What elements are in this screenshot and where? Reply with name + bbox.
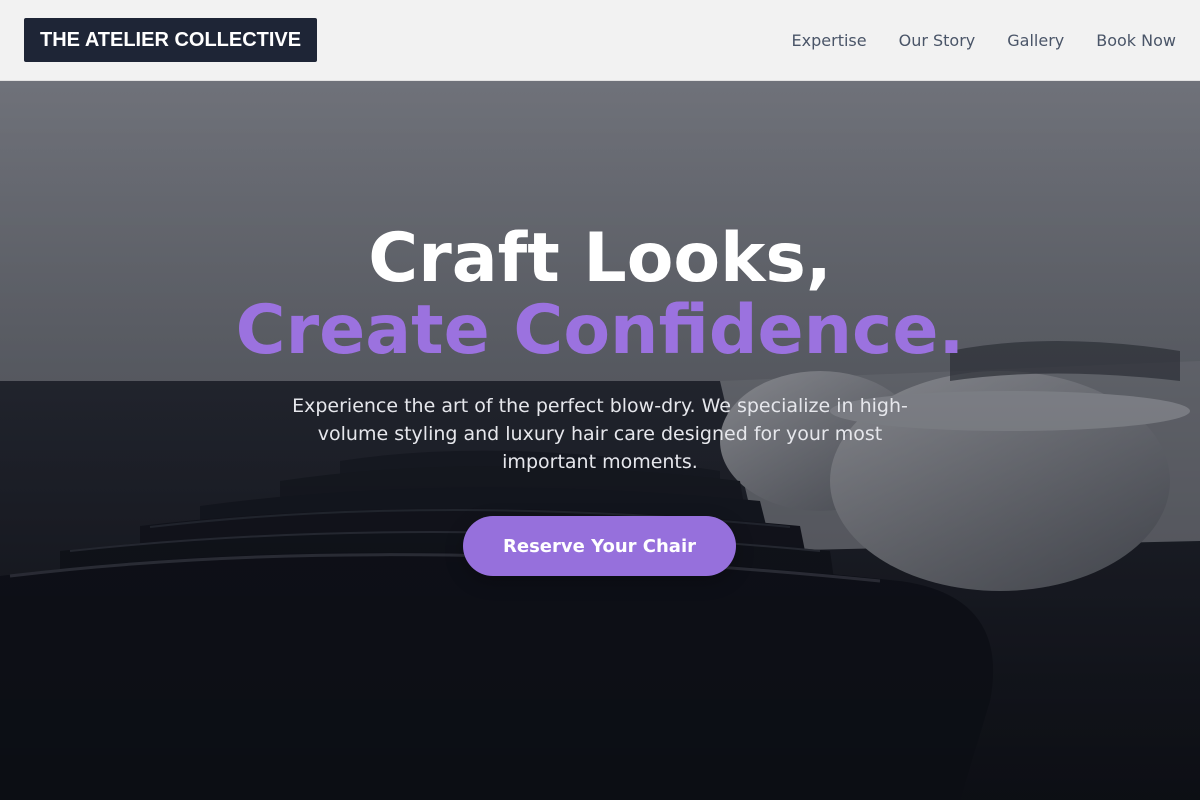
hero-headline-line2: Create Confidence. (235, 291, 965, 370)
hero-content: Craft Looks, Create Confidence. Experien… (0, 81, 1200, 800)
logo[interactable]: THE ATELIER COLLECTIVE (24, 18, 318, 62)
hero-headline-line1: Craft Looks, (368, 219, 832, 298)
nav-link-our-story[interactable]: Our Story (899, 31, 976, 50)
hero-subtext: Experience the art of the perfect blow-d… (292, 395, 908, 473)
nav-link-gallery[interactable]: Gallery (1007, 31, 1064, 50)
nav-link-book-now[interactable]: Book Now (1096, 31, 1176, 50)
site-header: THE ATELIER COLLECTIVE Expertise Our Sto… (0, 0, 1200, 81)
nav-link-expertise[interactable]: Expertise (792, 31, 867, 50)
main-nav: Expertise Our Story Gallery Book Now (792, 0, 1176, 80)
hero-section: Craft Looks, Create Confidence. Experien… (0, 81, 1200, 800)
reserve-chair-button[interactable]: Reserve Your Chair (463, 516, 736, 576)
